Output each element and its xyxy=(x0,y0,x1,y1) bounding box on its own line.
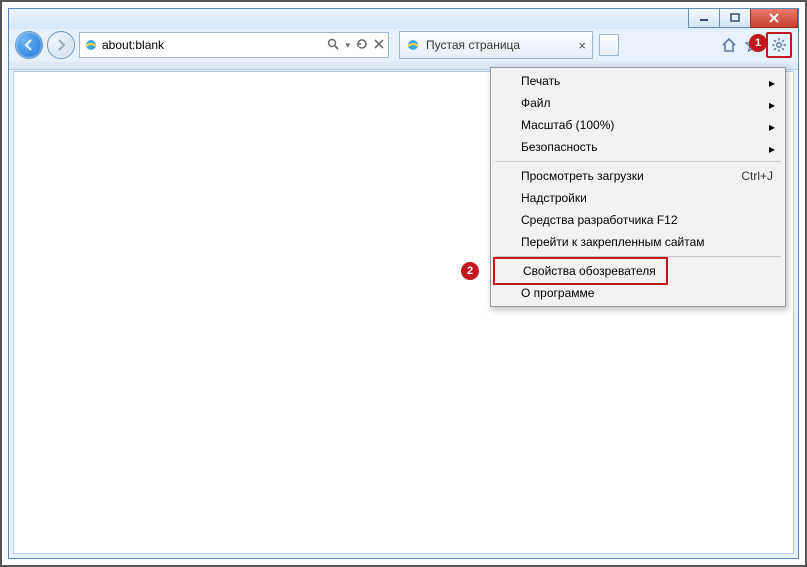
menu-item-internet-options-wrap: 2 Свойства обозревателя xyxy=(493,260,783,282)
ie-logo-icon xyxy=(406,38,420,52)
screenshot-frame: about:blank ▾ Пустая страница × xyxy=(0,0,807,567)
menu-item-addons[interactable]: Надстройки xyxy=(493,187,783,209)
menu-item-print[interactable]: Печать ▸ xyxy=(493,70,783,92)
menu-item-zoom[interactable]: Масштаб (100%) ▸ xyxy=(493,114,783,136)
window-caption-bar xyxy=(9,9,798,29)
gear-icon xyxy=(771,37,787,53)
ie-logo-icon xyxy=(84,38,98,52)
new-tab-button[interactable] xyxy=(599,34,619,56)
menu-label: Масштаб (100%) xyxy=(521,118,614,132)
tab-title: Пустая страница xyxy=(426,38,572,52)
menu-label: Перейти к закрепленным сайтам xyxy=(521,235,705,249)
navigation-toolbar: about:blank ▾ Пустая страница × xyxy=(9,29,798,61)
address-url: about:blank xyxy=(102,38,323,52)
menu-item-about[interactable]: О программе xyxy=(493,282,783,304)
submenu-arrow-icon: ▸ xyxy=(769,98,775,112)
tools-button[interactable] xyxy=(766,32,792,58)
menu-label: О программе xyxy=(521,286,594,300)
window-controls xyxy=(689,9,798,28)
menu-label: Средства разработчика F12 xyxy=(521,213,678,227)
menu-separator xyxy=(495,161,781,162)
ie-window: about:blank ▾ Пустая страница × xyxy=(8,8,799,559)
tab-close-icon[interactable]: × xyxy=(578,39,586,52)
menu-item-safety[interactable]: Безопасность ▸ xyxy=(493,136,783,158)
back-button[interactable] xyxy=(15,31,43,59)
menu-label: Безопасность xyxy=(521,140,598,154)
submenu-arrow-icon: ▸ xyxy=(769,142,775,156)
close-button[interactable] xyxy=(750,9,798,28)
submenu-arrow-icon: ▸ xyxy=(769,120,775,134)
home-button[interactable] xyxy=(718,34,740,56)
browser-tab[interactable]: Пустая страница × xyxy=(399,31,593,59)
menu-label: Свойства обозревателя xyxy=(523,264,656,278)
callout-badge-1: 1 xyxy=(749,34,767,52)
stop-icon[interactable] xyxy=(374,38,384,52)
maximize-button[interactable] xyxy=(719,9,751,28)
menu-shortcut: Ctrl+J xyxy=(741,169,773,183)
arrow-left-icon xyxy=(22,38,36,52)
menu-label: Печать xyxy=(521,74,560,88)
menu-item-devtools[interactable]: Средства разработчика F12 xyxy=(493,209,783,231)
callout-badge-2: 2 xyxy=(461,262,479,280)
forward-button[interactable] xyxy=(47,31,75,59)
arrow-right-icon xyxy=(54,38,68,52)
tools-menu: Печать ▸ Файл ▸ Масштаб (100%) ▸ Безопас… xyxy=(490,67,786,307)
menu-item-internet-options[interactable]: Свойства обозревателя xyxy=(493,257,668,285)
menu-label: Надстройки xyxy=(521,191,587,205)
menu-item-pinned-sites[interactable]: Перейти к закрепленным сайтам xyxy=(493,231,783,253)
menu-item-file[interactable]: Файл ▸ xyxy=(493,92,783,114)
chevron-down-icon[interactable]: ▾ xyxy=(345,40,350,51)
minimize-button[interactable] xyxy=(688,9,720,28)
menu-label: Просмотреть загрузки xyxy=(521,169,644,183)
submenu-arrow-icon: ▸ xyxy=(769,76,775,90)
address-bar[interactable]: about:blank ▾ xyxy=(79,32,389,58)
refresh-icon[interactable] xyxy=(356,38,368,53)
home-icon xyxy=(721,37,737,53)
search-icon[interactable] xyxy=(327,38,339,53)
menu-label: Файл xyxy=(521,96,551,110)
address-right-icons: ▾ xyxy=(327,38,384,53)
menu-item-downloads[interactable]: Просмотреть загрузки Ctrl+J xyxy=(493,165,783,187)
